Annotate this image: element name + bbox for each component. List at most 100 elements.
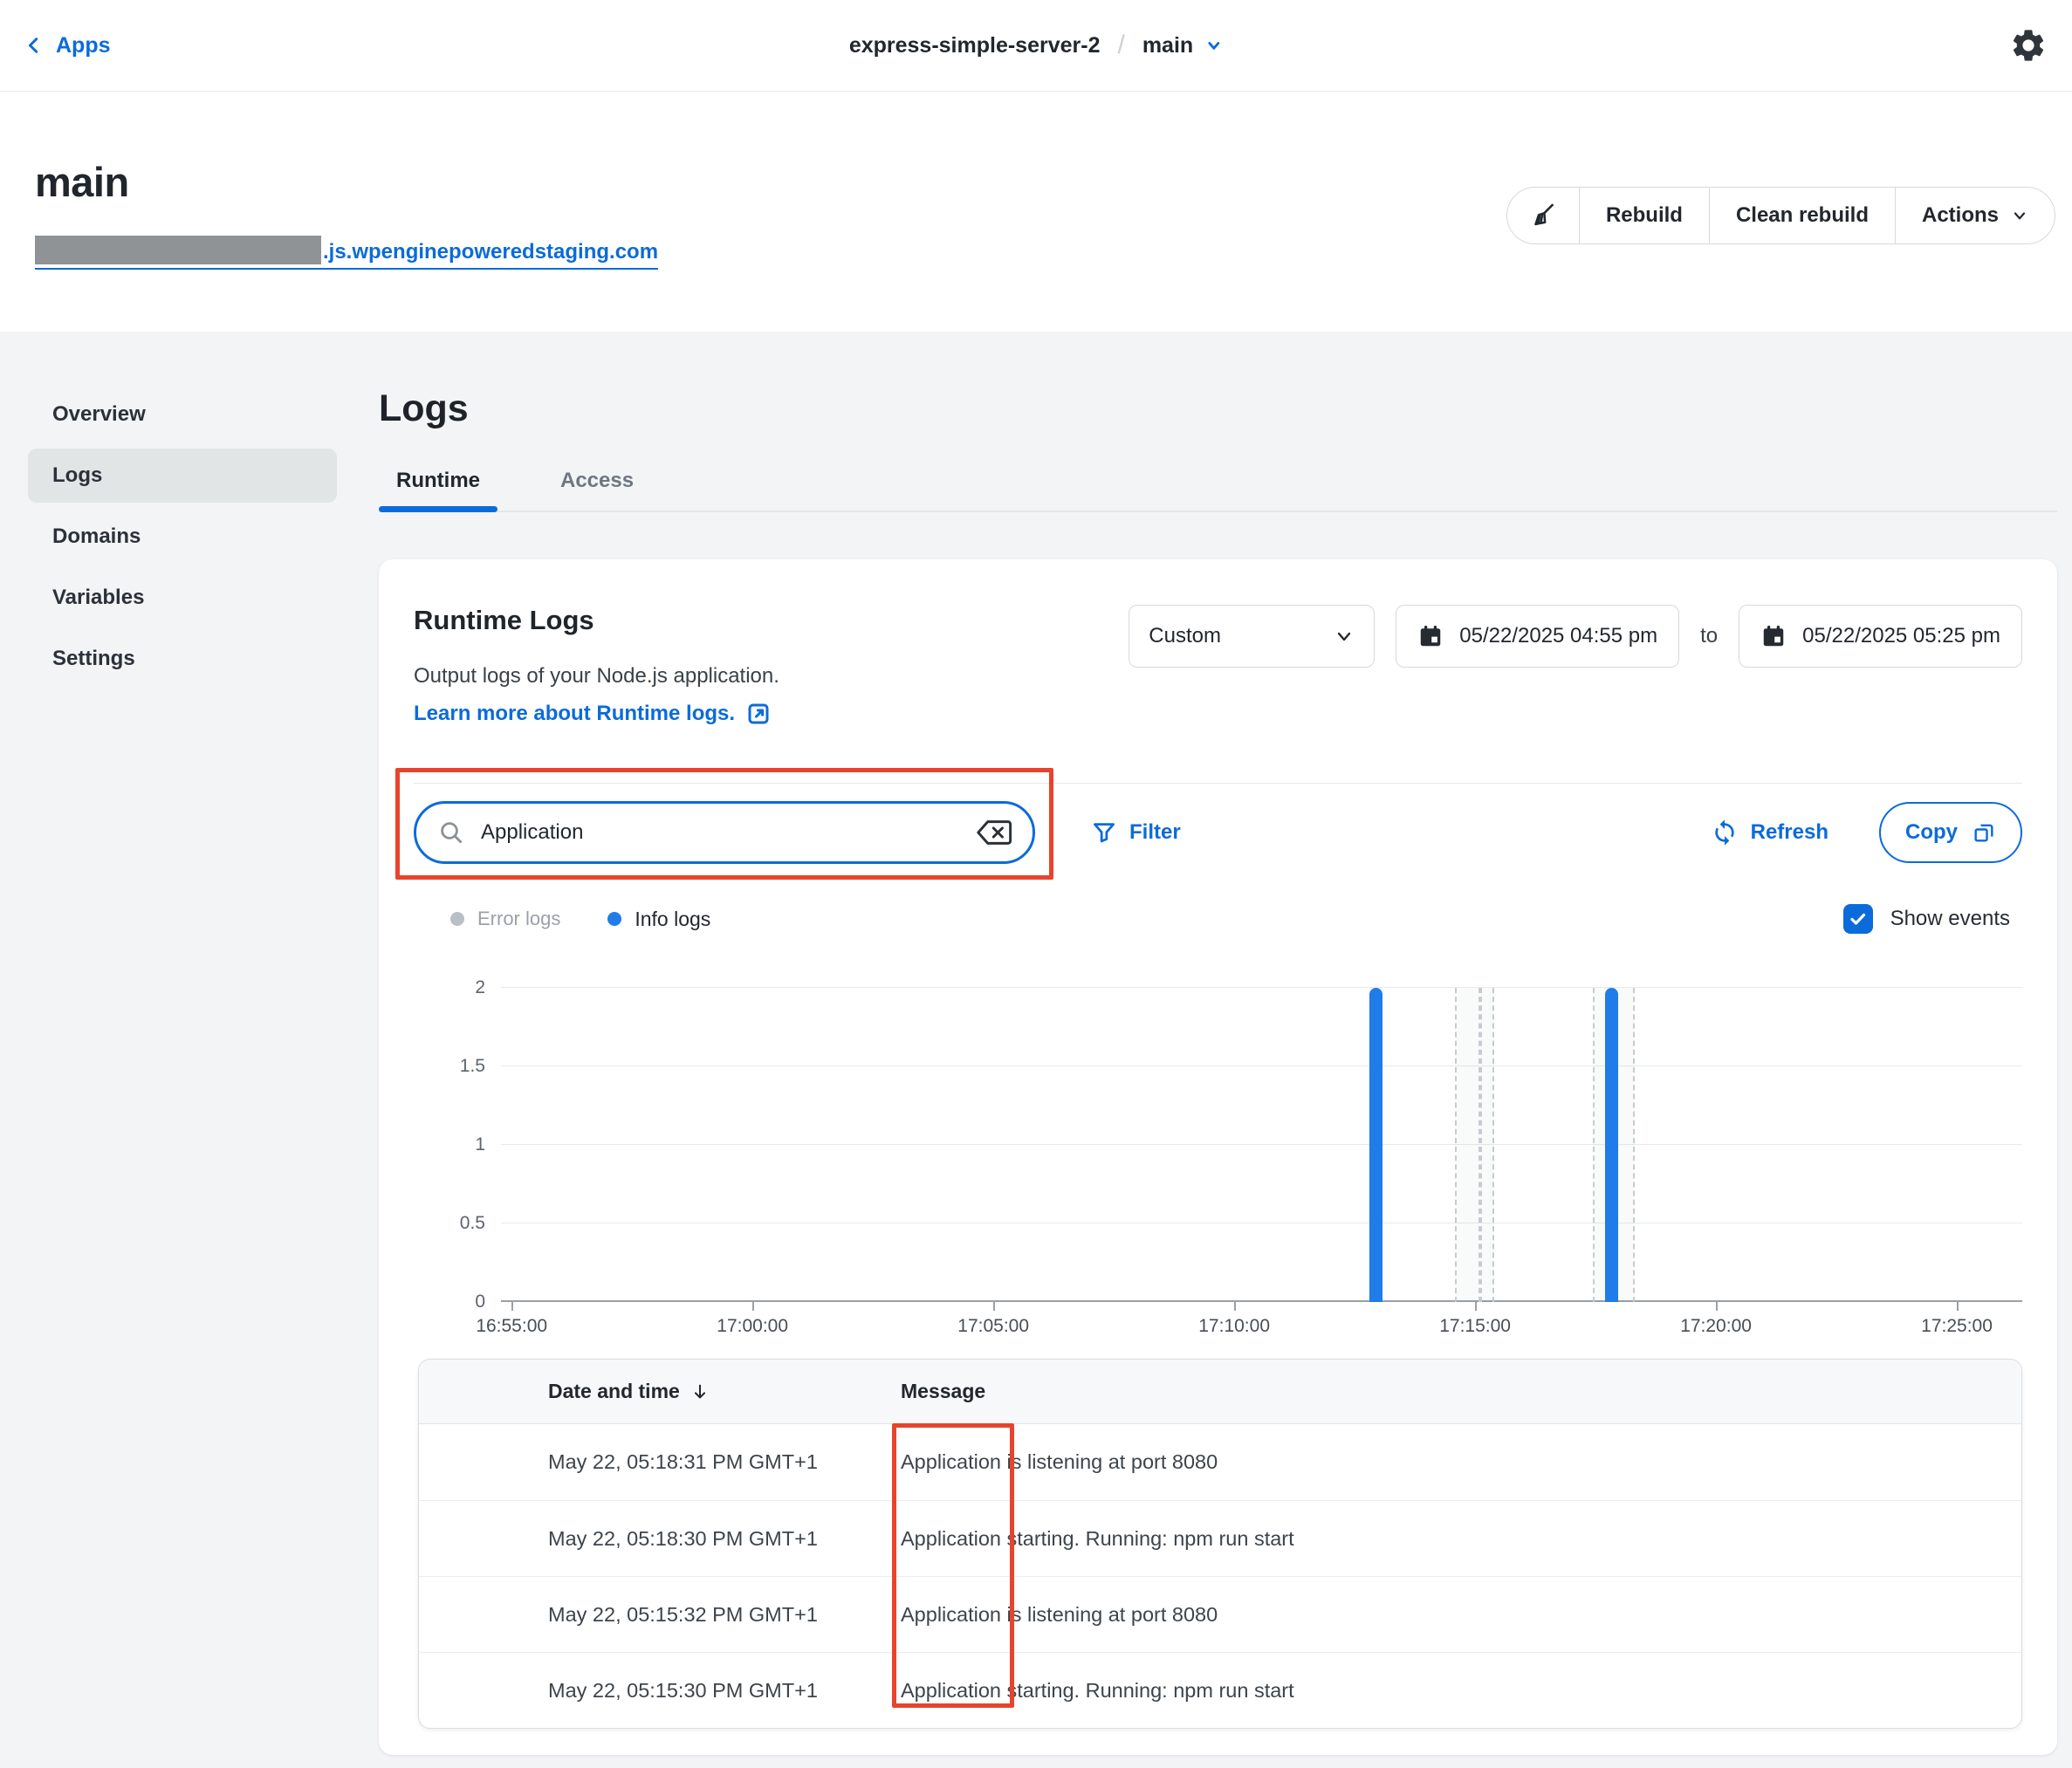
x-axis-tick xyxy=(511,1302,513,1311)
y-axis-label: 1.5 xyxy=(460,1056,485,1077)
logs-tabs: Runtime Access xyxy=(379,469,2057,512)
range-end-input[interactable]: 05/22/2025 05:25 pm xyxy=(1739,605,2022,668)
learn-more-link[interactable]: Learn more about Runtime logs. xyxy=(414,701,779,727)
rebuild-label: Rebuild xyxy=(1606,203,1683,228)
search-input[interactable] xyxy=(479,819,975,846)
settings-gear-button[interactable] xyxy=(2009,26,2048,65)
range-end-value: 05/22/2025 05:25 pm xyxy=(1802,624,2000,648)
copy-button[interactable]: Copy xyxy=(1879,802,2022,863)
calendar-icon xyxy=(1760,623,1787,649)
sidebar-item-label: Domains xyxy=(52,524,141,549)
sidebar-item-variables[interactable]: Variables xyxy=(28,571,337,625)
url-visible-text: .js.wpenginepoweredstaging.com xyxy=(323,240,658,264)
clear-input-icon[interactable] xyxy=(975,819,1013,846)
content-area: Overview Logs Domains Variables Settings… xyxy=(0,332,2072,1755)
page: Apps express-simple-server-2 / main main… xyxy=(0,0,2072,1768)
sidebar-item-settings[interactable]: Settings xyxy=(28,632,337,686)
tab-label: Runtime xyxy=(396,469,480,492)
log-table: Date and time Message May 22, 05:18:31 P… xyxy=(418,1359,2022,1729)
purge-cache-button[interactable] xyxy=(1507,188,1579,243)
x-axis-label: 16:55:00 xyxy=(476,1316,547,1337)
breadcrumb-separator: / xyxy=(1117,31,1124,60)
copy-label: Copy xyxy=(1905,820,1958,845)
chevron-down-icon xyxy=(2011,207,2028,224)
section-heading: Logs xyxy=(379,387,2057,430)
gridline xyxy=(501,1144,2022,1146)
copy-icon xyxy=(1972,820,1996,845)
logs-toolbar: Filter Refresh Copy xyxy=(414,783,2022,864)
x-axis-tick xyxy=(752,1302,754,1311)
x-axis-label: 17:15:00 xyxy=(1439,1316,1511,1337)
runtime-logs-card: Runtime Logs Output logs of your Node.js… xyxy=(379,559,2057,1755)
chevron-down-icon xyxy=(1334,626,1355,647)
tab-access[interactable]: Access xyxy=(543,469,651,511)
gear-icon xyxy=(2009,26,2048,65)
column-label: Date and time xyxy=(548,1380,680,1403)
clean-rebuild-button[interactable]: Clean rebuild xyxy=(1709,188,1895,243)
actions-menu-button[interactable]: Actions xyxy=(1895,188,2055,243)
main-panel: Logs Runtime Access Runtime Logs Output … xyxy=(379,387,2057,1755)
gridline xyxy=(501,1066,2022,1067)
environment-actions-group: Rebuild Clean rebuild Actions xyxy=(1506,187,2055,244)
log-volume-bar xyxy=(1605,988,1618,1302)
breadcrumb-environment: main xyxy=(1142,33,1193,58)
x-axis-label: 17:20:00 xyxy=(1680,1316,1752,1337)
log-table-row: May 22, 05:18:31 PM GMT+1 Application is… xyxy=(419,1424,2021,1500)
y-axis-label: 1 xyxy=(475,1134,485,1155)
x-axis-tick xyxy=(993,1302,995,1311)
breadcrumb: express-simple-server-2 / main xyxy=(849,31,1223,60)
refresh-label: Refresh xyxy=(1751,820,1828,845)
x-axis-tick xyxy=(1475,1302,1477,1311)
chart-legend-row: Error logs Info logs Show events xyxy=(414,904,2022,934)
chevron-left-icon xyxy=(24,35,44,56)
gridline xyxy=(501,1300,2022,1302)
event-region xyxy=(1480,988,1495,1302)
actions-label: Actions xyxy=(1922,203,1999,228)
chart-plot: 16:55:0017:00:0017:05:0017:10:0017:15:00… xyxy=(501,988,2022,1302)
tab-runtime[interactable]: Runtime xyxy=(379,469,497,511)
y-axis-label: 0 xyxy=(475,1292,485,1312)
breadcrumb-app-name: express-simple-server-2 xyxy=(849,33,1101,58)
log-table-row: May 22, 05:18:30 PM GMT+1 Application st… xyxy=(419,1500,2021,1576)
x-axis-tick xyxy=(1716,1302,1718,1311)
event-region xyxy=(1455,988,1479,1302)
sidebar-item-domains[interactable]: Domains xyxy=(28,510,337,564)
sidebar-item-label: Logs xyxy=(52,463,102,488)
log-message: Application is listening at port 8080 xyxy=(901,1450,2021,1474)
learn-more-label: Learn more about Runtime logs. xyxy=(414,702,735,726)
filter-button[interactable]: Filter xyxy=(1091,819,1181,846)
legend-label: Info logs xyxy=(635,908,710,931)
log-message: Application starting. Running: npm run s… xyxy=(901,1527,2021,1551)
log-volume-bar xyxy=(1369,988,1382,1302)
show-events-toggle[interactable]: Show events xyxy=(1843,904,2022,934)
sidebar-item-label: Settings xyxy=(52,647,135,671)
environment-selector[interactable]: main xyxy=(1142,33,1223,58)
range-start-input[interactable]: 05/22/2025 04:55 pm xyxy=(1396,605,1679,668)
sidebar-item-overview[interactable]: Overview xyxy=(28,387,337,442)
time-range-preset-select[interactable]: Custom xyxy=(1129,605,1375,668)
legend-error-logs-toggle[interactable]: Error logs xyxy=(450,908,560,930)
log-message: Application starting. Running: npm run s… xyxy=(901,1679,2021,1703)
environment-url-link[interactable]: .js.wpenginepoweredstaging.com xyxy=(35,236,658,270)
legend-label: Error logs xyxy=(477,908,560,930)
card-description: Output logs of your Node.js application. xyxy=(414,664,779,689)
checkbox-checked-icon xyxy=(1843,904,1873,934)
legend-info-logs-toggle[interactable]: Info logs xyxy=(607,908,710,931)
chart-y-axis: 00.511.52 xyxy=(414,988,501,1302)
sidebar-item-logs[interactable]: Logs xyxy=(28,449,337,503)
x-axis-tick xyxy=(1957,1302,1959,1311)
clean-rebuild-label: Clean rebuild xyxy=(1736,203,1869,228)
calendar-icon xyxy=(1417,623,1444,649)
refresh-button[interactable]: Refresh xyxy=(1711,819,1828,846)
log-timestamp: May 22, 05:15:30 PM GMT+1 xyxy=(419,1679,901,1703)
back-to-apps-link[interactable]: Apps xyxy=(24,33,111,58)
column-label: Message xyxy=(901,1380,985,1402)
rebuild-button[interactable]: Rebuild xyxy=(1579,188,1709,243)
sidebar: Overview Logs Domains Variables Settings xyxy=(28,387,337,1755)
card-head-left: Runtime Logs Output logs of your Node.js… xyxy=(414,605,779,727)
column-header-date-and-time[interactable]: Date and time xyxy=(419,1380,901,1403)
y-axis-label: 0.5 xyxy=(460,1213,485,1234)
column-header-message: Message xyxy=(901,1380,2021,1403)
environment-header: main .js.wpenginepoweredstaging.com xyxy=(0,92,2072,332)
log-volume-chart: 00.511.52 16:55:0017:00:0017:05:0017:10:… xyxy=(414,988,2022,1337)
